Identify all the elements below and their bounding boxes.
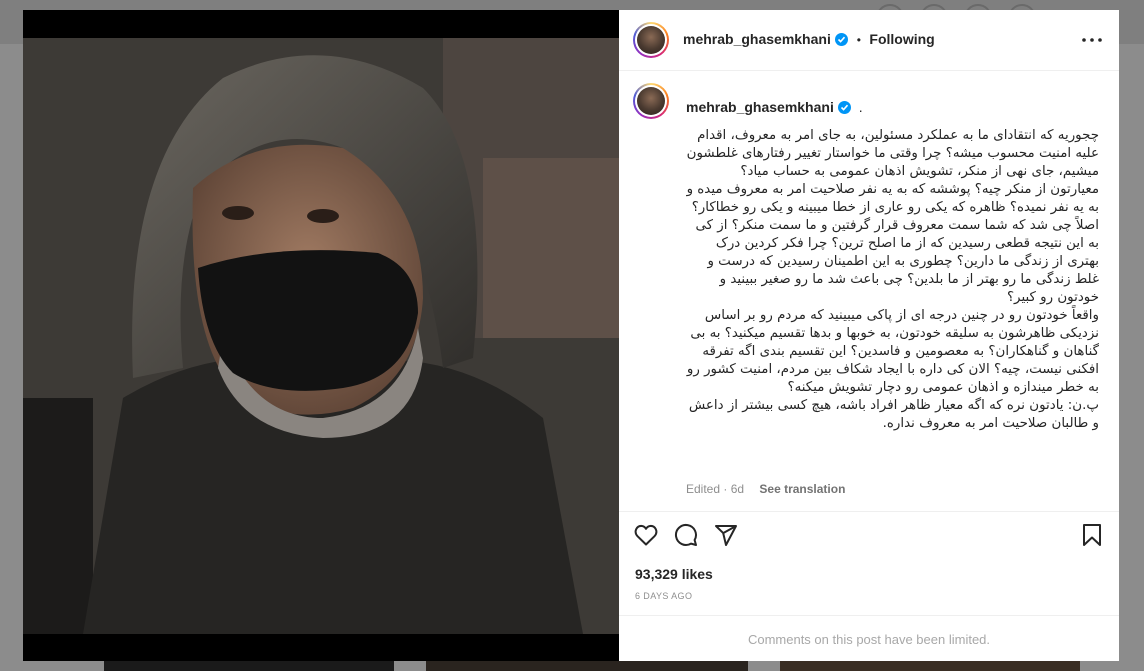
comments-limited-notice: Comments on this post have been limited. — [619, 615, 1119, 663]
likes-count[interactable]: 93,329 likes — [635, 566, 713, 582]
heart-icon — [634, 524, 658, 546]
verified-badge-icon — [838, 101, 852, 114]
like-button[interactable] — [633, 522, 659, 548]
caption-trailing-text: . — [858, 99, 863, 115]
post-sidebar: mehrab_ghasemkhani • Following mehrab_gh… — [619, 10, 1119, 661]
caption-text: چجوریه که انتقادای ما به عملکرد مسئولین،… — [686, 128, 1099, 431]
post-modal: mehrab_ghasemkhani • Following mehrab_gh… — [23, 10, 1119, 661]
comment-icon — [674, 523, 697, 546]
post-image[interactable] — [23, 38, 619, 634]
post-header: mehrab_ghasemkhani • Following — [619, 10, 1119, 71]
save-button[interactable] — [1079, 522, 1105, 548]
more-options-icon[interactable] — [1079, 27, 1105, 53]
post-date[interactable]: 6 DAYS AGO — [635, 591, 692, 601]
share-icon — [715, 525, 737, 546]
post-photo-illustration — [23, 38, 619, 634]
post-header-info: mehrab_ghasemkhani • Following — [683, 31, 935, 49]
caption-meta: Edited · 6d See translation — [686, 482, 845, 496]
caption-header: mehrab_ghasemkhani . — [686, 99, 863, 117]
see-translation-link[interactable]: See translation — [759, 482, 845, 496]
bookmark-icon — [1083, 524, 1101, 546]
author-avatar[interactable] — [633, 22, 669, 58]
caption-author-avatar[interactable] — [633, 83, 669, 119]
header-separator: • — [856, 33, 861, 47]
share-button[interactable] — [713, 522, 739, 548]
post-actions: 93,329 likes 6 DAYS AGO Comments on this… — [619, 511, 1119, 662]
following-button[interactable]: Following — [869, 31, 934, 47]
comment-button[interactable] — [673, 522, 699, 548]
caption-username[interactable]: mehrab_ghasemkhani — [686, 99, 834, 115]
author-username[interactable]: mehrab_ghasemkhani — [683, 31, 831, 47]
edited-timestamp: Edited · 6d — [686, 482, 745, 496]
verified-badge-icon — [835, 33, 849, 46]
caption-section: mehrab_ghasemkhani . چجوریه که انتقادای … — [619, 71, 1119, 511]
